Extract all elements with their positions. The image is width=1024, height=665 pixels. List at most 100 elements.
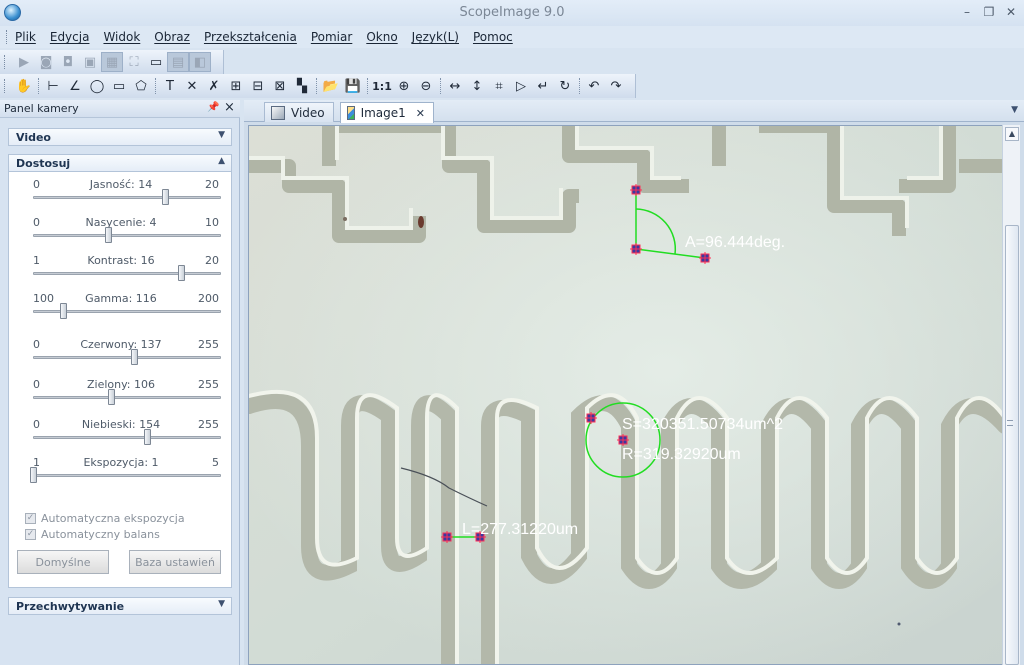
menu-przeksztalcenia[interactable]: Przekształcenia: [204, 30, 297, 44]
slider-thumb[interactable]: [161, 189, 169, 205]
restore-button[interactable]: ❐: [979, 4, 999, 20]
slider-thumb[interactable]: [178, 265, 186, 281]
slider-max: 10: [205, 216, 219, 229]
slider-thumb[interactable]: [131, 349, 138, 365]
polygon-icon[interactable]: ⬠: [130, 76, 152, 96]
settings-base-button[interactable]: Baza ustawień: [129, 550, 221, 574]
flip-vertical-icon[interactable]: ↕: [466, 76, 488, 96]
hand-icon[interactable]: ✋: [13, 76, 35, 96]
group-video[interactable]: Video ▼: [8, 128, 232, 146]
delete-all-icon[interactable]: ✗: [203, 76, 225, 96]
panel-close-icon[interactable]: ×: [224, 100, 235, 115]
color-picker-icon[interactable]: ▚: [291, 76, 313, 96]
rectangle-icon[interactable]: ▭: [108, 76, 130, 96]
snapshot-icon[interactable]: ◙: [35, 52, 57, 72]
menu-edycja[interactable]: Edycja: [50, 30, 90, 44]
play-icon[interactable]: ▶: [13, 52, 35, 72]
slider-track[interactable]: [33, 272, 221, 275]
menu-jezyk[interactable]: Język(L): [412, 30, 459, 44]
pin-icon[interactable]: 📌: [207, 102, 219, 113]
microscope-image[interactable]: A=96.444deg. S=320351.50734um^2 R=319.32…: [249, 126, 1004, 665]
fullscreen-icon[interactable]: ⛶: [123, 52, 145, 72]
delete-icon[interactable]: ✕: [181, 76, 203, 96]
marker[interactable]: [699, 252, 711, 264]
minimize-button[interactable]: –: [957, 4, 977, 20]
slider-0[interactable]: 0 Jasność: 14 20: [17, 178, 225, 212]
slider-3[interactable]: 100 Gamma: 116 200: [17, 292, 225, 326]
group-adjust[interactable]: Dostosuj ▲: [8, 154, 232, 172]
rotate-90-icon[interactable]: ↵: [532, 76, 554, 96]
slider-1[interactable]: 0 Nasycenie: 4 10: [17, 216, 225, 250]
slider-track[interactable]: [33, 474, 221, 477]
toolbar-grip[interactable]: [4, 79, 7, 93]
undo-icon[interactable]: ↶: [583, 76, 605, 96]
slider-track[interactable]: [33, 196, 221, 199]
close-button[interactable]: ✕: [1001, 4, 1021, 20]
slider-2[interactable]: 1 Kontrast: 16 20: [17, 254, 225, 288]
tab-close-icon[interactable]: ✕: [416, 107, 425, 120]
tab-video[interactable]: Video: [264, 102, 334, 122]
scroll-up-icon[interactable]: ▲: [1005, 127, 1019, 141]
slider-7[interactable]: 1 Ekspozycja: 15: [17, 456, 225, 490]
crop-icon[interactable]: ⌗: [488, 76, 510, 96]
grid-icon[interactable]: ▦: [101, 52, 123, 72]
menu-pomiar[interactable]: Pomiar: [311, 30, 352, 44]
slider-thumb[interactable]: [30, 467, 37, 483]
save-icon[interactable]: 💾: [342, 76, 364, 96]
slider-thumb[interactable]: [105, 227, 113, 243]
marker[interactable]: [441, 531, 453, 543]
angle-icon[interactable]: ∠: [64, 76, 86, 96]
slider-thumb[interactable]: [143, 429, 151, 445]
slider-thumb[interactable]: [60, 303, 68, 319]
zoom-out-icon[interactable]: ⊖: [415, 76, 437, 96]
checkbox-box[interactable]: ✓: [25, 529, 36, 540]
monitor-icon[interactable]: ▭: [145, 52, 167, 72]
slider-6[interactable]: 0 Niebieski: 154 255: [17, 418, 225, 452]
report-icon[interactable]: ⊠: [269, 76, 291, 96]
image-canvas[interactable]: A=96.444deg. S=320351.50734um^2 R=319.32…: [248, 125, 1004, 665]
actual-size-icon[interactable]: 1:1: [371, 76, 393, 96]
defaults-button[interactable]: Domyślne: [17, 550, 109, 574]
menu-widok[interactable]: Widok: [103, 30, 140, 44]
slider-track[interactable]: [33, 436, 221, 439]
menu-okno[interactable]: Okno: [366, 30, 397, 44]
zoom-in-icon[interactable]: ⊕: [393, 76, 415, 96]
compare-icon[interactable]: ◧: [189, 52, 211, 72]
group-capture[interactable]: Przechwytywanie ▼: [8, 597, 232, 615]
table-icon[interactable]: ⊟: [247, 76, 269, 96]
tab-image1[interactable]: Image1 ✕: [340, 102, 434, 123]
slider-thumb[interactable]: [108, 389, 116, 405]
auto-balance-checkbox[interactable]: ✓ Automatyczny balans: [25, 528, 160, 541]
camera-icon[interactable]: ◘: [57, 52, 79, 72]
record-icon[interactable]: ▣: [79, 52, 101, 72]
rotate-icon[interactable]: ↻: [554, 76, 576, 96]
document-list-chevron-icon[interactable]: ▼: [1011, 105, 1018, 115]
circle-icon[interactable]: ◯: [86, 76, 108, 96]
mirror-icon[interactable]: ▷: [510, 76, 532, 96]
open-folder-icon[interactable]: 📂: [320, 76, 342, 96]
menu-pomoc[interactable]: Pomoc: [473, 30, 513, 44]
menubar-grip[interactable]: [6, 30, 9, 44]
flip-horizontal-icon[interactable]: ↔: [444, 76, 466, 96]
slider-4[interactable]: 0 Czerwony: 137 255: [17, 338, 225, 372]
slider-5[interactable]: 0 Zielony: 106 255: [17, 378, 225, 412]
marker[interactable]: [585, 412, 597, 424]
checkbox-box[interactable]: ✓: [25, 513, 36, 524]
calibration-icon[interactable]: ⊞: [225, 76, 247, 96]
scroll-thumb[interactable]: [1005, 225, 1019, 665]
text-icon[interactable]: T: [159, 76, 181, 96]
marker[interactable]: [630, 184, 642, 196]
auto-exposure-checkbox[interactable]: ✓ Automatyczna ekspozycja: [25, 512, 185, 525]
line-measure-icon[interactable]: ⊢: [42, 76, 64, 96]
slider-track[interactable]: [33, 356, 221, 359]
marker[interactable]: [630, 243, 642, 255]
histogram-icon[interactable]: ▤: [167, 52, 189, 72]
menu-obraz[interactable]: Obraz: [154, 30, 190, 44]
slider-track[interactable]: [33, 234, 221, 237]
menu-plik[interactable]: Plik: [15, 30, 36, 44]
toolbar-grip[interactable]: [4, 55, 7, 69]
vertical-scrollbar[interactable]: ▲: [1002, 125, 1020, 665]
redo-icon[interactable]: ↷: [605, 76, 627, 96]
marker[interactable]: [617, 434, 629, 446]
slider-track[interactable]: [33, 396, 221, 399]
